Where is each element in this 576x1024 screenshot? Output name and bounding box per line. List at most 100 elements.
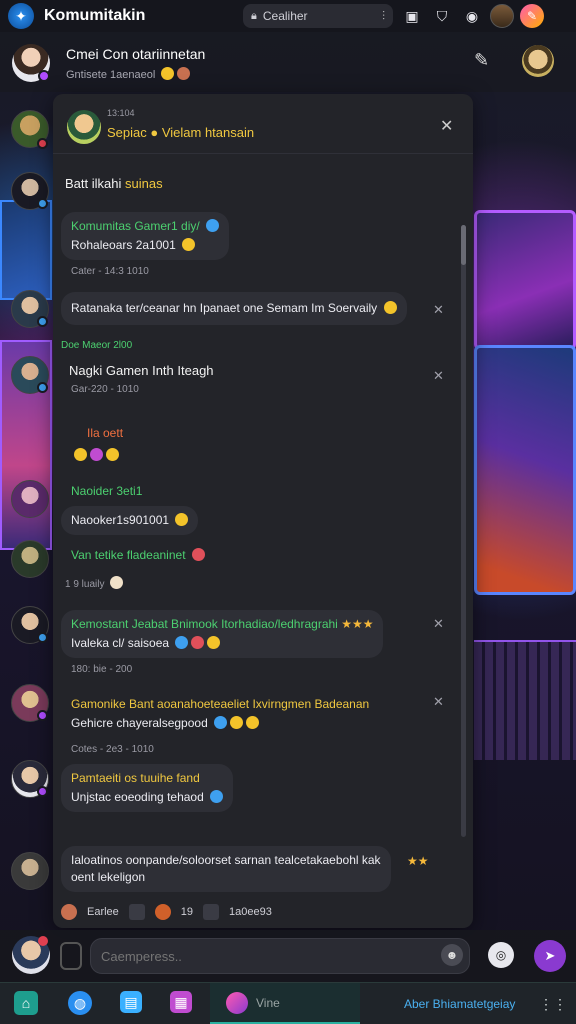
emoji-icon[interactable]: ☻	[441, 944, 463, 966]
emoji-icon	[191, 635, 205, 649]
message-bubble: Ialoatinos oonpande/soloorset sarnan tea…	[61, 846, 391, 892]
composer-bar: ☻ ◎ ➤	[0, 930, 576, 982]
shield-icon[interactable]: ⛉	[430, 4, 454, 28]
dismiss-icon[interactable]: ✕	[433, 368, 444, 384]
panel-time: 13:104	[107, 108, 135, 118]
dismiss-icon[interactable]: ✕	[433, 694, 444, 710]
emoji-icon	[74, 448, 87, 461]
bottom-nav: ⌂ ◍ ▤ ▦ Vine Aber Bhiamatetgeiay ⋮⋮	[0, 982, 576, 1024]
chat-icon[interactable]: ▤	[120, 991, 142, 1013]
send-icon[interactable]: ➤	[534, 940, 566, 972]
section-label: Batt ilkahi suinas	[65, 176, 163, 191]
emoji-row	[71, 446, 123, 464]
rail-status-dot	[37, 632, 48, 643]
message-item[interactable]: Kemostant Jeabat Bnimook Itorhadiao/ledh…	[61, 610, 384, 675]
filter-icon[interactable]: ⫶	[382, 9, 385, 24]
settings-icon[interactable]: ◉	[460, 4, 484, 28]
gamepad-icon[interactable]: ▦	[170, 991, 192, 1013]
emoji-icon	[106, 448, 119, 461]
message-item[interactable]: Komumitas Gamer1 diy/ Rohaleoars 2a1001 …	[61, 212, 230, 277]
header-subtitle: Gntisete 1aenaeol	[66, 67, 191, 81]
rail-avatar[interactable]	[11, 852, 49, 890]
star-icon: ★★★	[341, 617, 374, 631]
dismiss-icon[interactable]: ✕	[433, 302, 444, 318]
emoji-icon	[191, 548, 205, 561]
message-bubble: Ratanaka ter/ceanar hn Ipanaet one Semam…	[61, 292, 407, 325]
smile-icon	[175, 513, 189, 526]
panel-header: 13:104 Sepiac ● Vielam htansain ✕	[53, 94, 473, 154]
message-user: Pamtaeiti os tuuihe fand	[71, 771, 200, 785]
globe-icon[interactable]: ◍	[68, 991, 92, 1015]
message-bubble: Pamtaeiti os tuuihe fand Unjstac eoeodin…	[61, 764, 234, 812]
header-title: Cmei Con otariinnetan	[66, 46, 206, 62]
app-logo-icon[interactable]: ✦	[8, 3, 34, 29]
share-icon[interactable]	[203, 904, 220, 920]
emoji-icon	[230, 715, 244, 729]
attach-icon[interactable]	[60, 942, 82, 970]
panel-avatar[interactable]	[67, 110, 101, 144]
footer-value: 1a0ee93	[229, 906, 272, 918]
rail-status-dot	[37, 138, 48, 149]
chat-header: Cmei Con otariinnetan Gntisete 1aenaeol …	[0, 32, 576, 92]
background-monitor-right	[474, 345, 576, 595]
bookmark-icon[interactable]	[128, 904, 145, 920]
user-avatar[interactable]	[490, 4, 514, 28]
message-user: Doe Maeor 2l00	[61, 340, 133, 351]
menu-icon[interactable]: ⋮⋮	[539, 991, 567, 1017]
message-meta: Cotes - 2e3 - 1010	[71, 743, 154, 755]
emoji-icon	[110, 576, 124, 589]
app-title: Komumitakin	[44, 7, 146, 24]
rail-status-dot	[37, 198, 48, 209]
nav-right-label[interactable]: Aber Bhiamatetgeiay	[404, 991, 515, 1017]
footer-count: 19	[180, 906, 194, 918]
top-icons: ▣ ⛉ ◉ ✎	[400, 4, 544, 28]
home-icon[interactable]: ⌂	[14, 991, 38, 1015]
rail-status-dot	[37, 316, 48, 327]
smile-icon	[383, 301, 397, 314]
message-bubble: Naooker1s901001	[61, 506, 199, 535]
gift-icon[interactable]: ▣	[400, 4, 424, 28]
message-item[interactable]: Ialoatinos oonpande/soloorset sarnan tea…	[61, 846, 391, 892]
fire-icon	[154, 904, 171, 920]
dismiss-icon[interactable]: ✕	[433, 616, 444, 632]
message-text: Naooker1s901001	[71, 513, 170, 527]
message-item[interactable]: Van tetike fladeaninet 1 9 luaily	[61, 548, 205, 590]
emoji-icon	[177, 67, 191, 80]
search-box[interactable]: 🔒︎ Cealiher ⫶	[243, 4, 393, 28]
message-text: Ratanaka ter/ceanar hn Ipanaet one Semam…	[71, 301, 378, 315]
message-item[interactable]: Ila oett	[74, 426, 123, 464]
message-input[interactable]	[90, 938, 470, 974]
message-bubble: Kemostant Jeabat Bnimook Itorhadiao/ledh…	[61, 610, 384, 658]
close-icon[interactable]: ✕	[440, 116, 453, 136]
footer-label: Earlee	[87, 906, 119, 918]
message-meta: Cater - 14:3 1010	[71, 265, 149, 277]
rail-status-dot	[37, 786, 48, 797]
section-label-a: Batt ilkahi	[65, 176, 122, 191]
message-item[interactable]: Gamonike Bant aoanahoeteaeliet Ixvirngme…	[61, 690, 379, 755]
emoji-icon	[214, 715, 228, 729]
header-right-avatar[interactable]	[522, 45, 554, 77]
profile-badge-icon[interactable]: ✎	[520, 4, 544, 28]
rail-avatar[interactable]	[11, 540, 49, 578]
message-item[interactable]: Naoider 3eti1 Naooker1s901001	[61, 484, 199, 535]
message-item[interactable]: Ratanaka ter/ceanar hn Ipanaet one Semam…	[61, 292, 407, 325]
rail-avatar[interactable]	[11, 480, 49, 518]
message-item[interactable]: Doe Maeor 2l00 Nagki Gamen Inth Iteagh G…	[61, 340, 214, 395]
message-item[interactable]: Pamtaeiti os tuuihe fand Unjstac eoeodin…	[61, 764, 234, 812]
background-monitor-left-top	[0, 200, 52, 300]
smile-icon	[161, 67, 175, 80]
verified-icon	[206, 219, 220, 232]
emoji-icon	[246, 715, 260, 729]
message-text: Rohaleoars 2a1001	[71, 237, 219, 254]
edit-icon[interactable]: ✎	[474, 50, 489, 71]
message-meta: 1 9 luaily	[61, 576, 205, 590]
scrollbar-thumb[interactable]	[461, 225, 466, 265]
nav-item-active[interactable]: Vine	[210, 983, 360, 1024]
lock-icon: 🔒︎	[251, 9, 257, 22]
scrollbar-track[interactable]	[461, 225, 466, 837]
camera-icon[interactable]: ◎	[488, 942, 514, 968]
chat-panel: 13:104 Sepiac ● Vielam htansain ✕ Batt i…	[53, 94, 473, 928]
message-bubble: Gamonike Bant aoanahoeteaeliet Ixvirngme…	[61, 690, 379, 738]
background-keyboard	[474, 640, 576, 760]
panel-name: Sepiac ● Vielam htansain	[107, 125, 255, 140]
